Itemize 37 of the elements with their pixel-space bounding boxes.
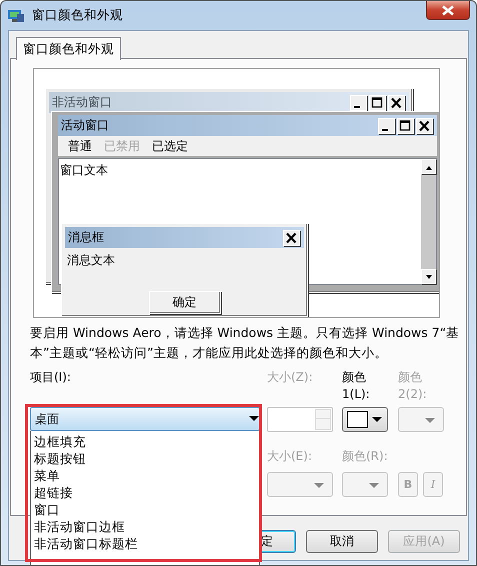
field-label: 颜色(R): xyxy=(342,448,389,465)
maximize-icon xyxy=(397,118,414,134)
color-picker-button[interactable] xyxy=(342,407,388,432)
list-option[interactable]: 菜单 xyxy=(33,467,257,484)
list-option[interactable]: 标题按钮 xyxy=(33,450,257,467)
dialog-button: 应用(A) xyxy=(388,530,460,553)
minimize-icon xyxy=(378,118,395,134)
menu-item: 已禁用 xyxy=(104,138,140,154)
message-text: 消息文本 xyxy=(66,252,116,269)
tab[interactable]: 窗口颜色和外观 xyxy=(16,37,121,60)
description-text: 要启用 Windows Aero，请选择 Windows 主题。只有选择 Windows 7“基本”主题或“轻松访问”主题，才能应用此处选择的颜色和大小。 xyxy=(30,324,460,362)
window-title: 非活动窗口 xyxy=(52,94,113,111)
field-label: 大小(E): xyxy=(267,448,313,465)
window-icon xyxy=(8,8,24,22)
list-option[interactable]: 超链接 xyxy=(33,484,257,501)
window-title: 窗口颜色和外观 xyxy=(32,7,124,24)
field-label: 颜色 2(2): xyxy=(398,369,428,401)
window-title: 活动窗口 xyxy=(61,117,110,134)
field-label: 大小(Z): xyxy=(267,369,314,386)
close-icon xyxy=(441,4,455,16)
list-option[interactable]: 边框填充 xyxy=(33,433,257,450)
close-button[interactable] xyxy=(426,1,470,20)
field-label: 项目(I): xyxy=(30,369,72,386)
dialog-button[interactable]: 取消 xyxy=(306,530,378,553)
window-title: 消息框 xyxy=(68,229,105,246)
field-label: 颜色 1(L): xyxy=(342,369,371,401)
list-option[interactable]: 非活动窗口边框 xyxy=(33,518,257,535)
close-icon xyxy=(283,230,300,246)
list-option[interactable]: 窗口 xyxy=(33,501,257,518)
ok-button[interactable]: 确定 xyxy=(148,291,220,314)
bold-button: B xyxy=(398,472,418,497)
dropdown-list[interactable]: 边框填充 标题按钮 菜单 超链接 窗口 非活动窗口边框 非活动窗口标题栏 xyxy=(30,431,260,565)
italic-button: I xyxy=(423,472,443,497)
close-icon xyxy=(416,118,433,134)
item-dropdown[interactable]: 桌面 xyxy=(30,407,260,431)
list-option[interactable]: 非活动窗口标题栏 xyxy=(33,535,257,552)
window-text: 窗口文本 xyxy=(59,162,109,179)
